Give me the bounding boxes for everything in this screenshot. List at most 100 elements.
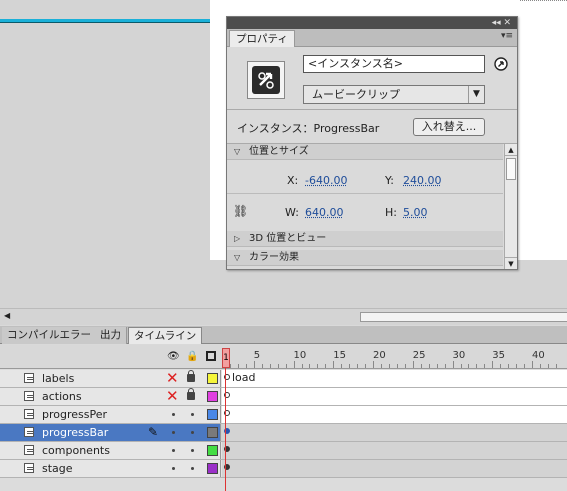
ruler-tick <box>404 364 406 368</box>
lock-dot[interactable] <box>191 449 194 452</box>
tab-properties[interactable]: プロパティ <box>229 30 295 47</box>
x-label: X: <box>287 174 299 187</box>
scroll-up-icon[interactable]: ▲ <box>505 144 517 156</box>
ruler-tick <box>301 364 303 368</box>
ruler-tick <box>245 364 247 368</box>
ruler-tick <box>333 361 335 368</box>
timeline-layer-row[interactable]: components <box>0 442 567 460</box>
layer-frames[interactable] <box>222 442 567 459</box>
h-value[interactable]: 5.00 <box>403 206 428 219</box>
lock-dot[interactable] <box>191 413 194 416</box>
section-color-effect[interactable]: ▽ カラー効果 <box>227 250 503 266</box>
visibility-dot[interactable] <box>172 449 175 452</box>
timeline-layer-row[interactable]: progressBar ✎ <box>0 424 567 442</box>
visibility-dot[interactable] <box>172 467 175 470</box>
panel-scrollbar[interactable]: ▲ ▼ <box>504 144 517 269</box>
outline-icon[interactable] <box>206 351 216 361</box>
ruler-tick <box>508 364 510 368</box>
x-value[interactable]: -640.00 <box>305 174 347 187</box>
ruler-tick <box>428 364 430 368</box>
tab-compiler-errors[interactable]: コンパイルエラー <box>2 327 97 344</box>
instance-name-input[interactable]: <インスタンス名> <box>303 55 485 73</box>
ruler-tick <box>555 364 557 368</box>
ruler-tick <box>293 361 295 368</box>
layer-color-swatch[interactable] <box>207 445 218 456</box>
layer-color-swatch[interactable] <box>207 427 218 438</box>
keyframe-icon[interactable] <box>224 410 230 416</box>
timeline-layer-row[interactable]: stage <box>0 460 567 478</box>
ruler-tick <box>261 364 263 368</box>
edit-symbol-icon[interactable] <box>494 57 508 71</box>
layer-color-swatch[interactable] <box>207 373 218 384</box>
w-value[interactable]: 640.00 <box>305 206 344 219</box>
visibility-dot[interactable] <box>172 431 175 434</box>
lock-dot[interactable] <box>191 431 194 434</box>
divider <box>227 193 503 194</box>
ruler-tick <box>420 364 422 368</box>
frame-number: 20 <box>373 350 386 361</box>
eye-icon[interactable]: 👁 <box>167 351 180 362</box>
ruler-tick <box>309 364 311 368</box>
ruler-tick <box>452 361 454 368</box>
scrollbar-thumb[interactable] <box>360 312 567 322</box>
keyframe-icon[interactable] <box>224 428 230 434</box>
symbol-type-select[interactable]: ムービークリップ ▼ <box>303 85 485 104</box>
section-3d-position[interactable]: ▷ 3D 位置とビュー <box>227 231 503 247</box>
visibility-dot[interactable] <box>172 413 175 416</box>
lock-icon[interactable] <box>187 370 195 382</box>
ruler-tick <box>532 361 534 368</box>
frame-number: 25 <box>412 350 426 361</box>
stage-horizontal-scrollbar[interactable]: ◀ <box>0 308 567 325</box>
swap-button[interactable]: 入れ替え... <box>413 118 485 136</box>
scroll-left-icon[interactable]: ◀ <box>4 311 10 320</box>
layer-frames[interactable] <box>222 460 567 477</box>
scroll-down-icon[interactable]: ▼ <box>505 257 517 269</box>
panel-titlebar[interactable]: ◂◂ ✕ <box>227 17 517 29</box>
frame-number: 15 <box>333 350 347 361</box>
expanded-triangle-icon: ▽ <box>234 253 241 262</box>
layer-color-swatch[interactable] <box>207 391 218 402</box>
layer-icon <box>24 373 34 383</box>
timeline-layer-row[interactable]: labels ✕ load <box>0 370 567 388</box>
hidden-x-icon[interactable]: ✕ <box>166 388 179 404</box>
layer-icon <box>24 445 34 455</box>
y-label: Y: <box>385 174 394 187</box>
layer-name: stage <box>42 462 73 475</box>
lock-icon[interactable]: 🔒 <box>186 351 198 362</box>
panel-window-controls[interactable]: ◂◂ ✕ <box>492 17 511 29</box>
layer-color-swatch[interactable] <box>207 409 218 420</box>
hidden-x-icon[interactable]: ✕ <box>166 370 179 386</box>
chevron-down-icon: ▼ <box>468 86 484 103</box>
layer-color-swatch[interactable] <box>207 463 218 474</box>
layer-frames[interactable] <box>222 424 567 441</box>
instance-of-label: インスタンス：ProgressBar <box>237 122 380 135</box>
layer-frames[interactable] <box>222 388 567 405</box>
ruler-tick <box>373 361 375 368</box>
ruler-tick <box>357 364 359 368</box>
panel-menu-icon[interactable]: ▾≡ <box>501 31 513 41</box>
tab-timeline[interactable]: タイムライン <box>128 327 203 344</box>
section-position-size[interactable]: ▽ 位置とサイズ <box>227 144 503 160</box>
keyframe-icon[interactable] <box>224 446 230 452</box>
lock-dot[interactable] <box>191 467 194 470</box>
movieclip-symbol-icon <box>247 61 285 99</box>
layer-frames[interactable] <box>222 406 567 423</box>
lock-icon[interactable] <box>187 388 195 400</box>
link-constrain-icon[interactable]: ⛓ <box>233 204 248 218</box>
ruler-tick <box>460 364 462 368</box>
timeline-layer-row[interactable]: progressPer <box>0 406 567 424</box>
tab-output[interactable]: 出力 <box>95 327 127 344</box>
ruler-tick <box>317 364 319 368</box>
scrollbar-thumb[interactable] <box>506 158 516 180</box>
keyframe-icon[interactable] <box>224 374 230 380</box>
ruler-tick <box>341 364 343 368</box>
y-value[interactable]: 240.00 <box>403 174 442 187</box>
keyframe-icon[interactable] <box>224 392 230 398</box>
timeline-layer-row[interactable]: actions ✕ <box>0 388 567 406</box>
layer-frames[interactable] <box>222 370 567 387</box>
layer-icon <box>24 409 34 419</box>
ruler-tick <box>396 364 398 368</box>
ruler-tick <box>524 364 526 368</box>
keyframe-icon[interactable] <box>224 464 230 470</box>
progress-bar-shape[interactable] <box>0 19 210 23</box>
